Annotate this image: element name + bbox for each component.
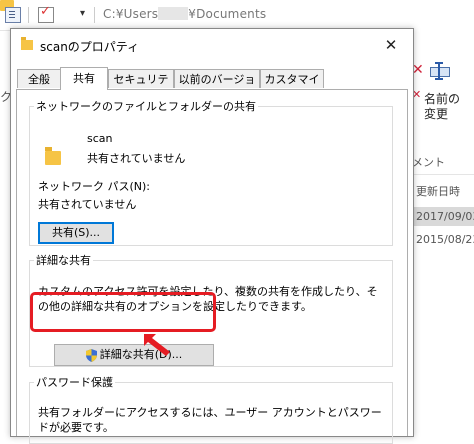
network-sharing-group: ネットワークのファイルとフォルダーの共有 scan 共有されていません ネットワ… [29, 98, 393, 246]
close-button[interactable]: ✕ [377, 33, 405, 57]
dialog-title: scanのプロパティ [40, 40, 140, 54]
list-item-date[interactable]: 2017/09/03 [412, 207, 474, 226]
tab-previous-versions[interactable]: 以前のバージョン [174, 69, 260, 105]
advanced-group-legend: 詳細な共有 [36, 254, 91, 267]
share-status: 共有されていません [87, 152, 186, 165]
toolbar-separator [28, 7, 29, 23]
folder-icon [45, 147, 61, 165]
file-list-fragment: メント 更新日時 2017/09/03 2015/08/23 [412, 150, 474, 435]
tab-security[interactable]: セキュリティ [108, 69, 174, 105]
list-divider [412, 174, 474, 175]
rename-label-line2: 変更 [424, 107, 449, 121]
list-item-date[interactable]: 2015/08/23 [412, 230, 474, 249]
advanced-sharing-description: カスタムのアクセス許可を設定したり、複数の共有を作成したり、その他の詳細な共有の… [38, 285, 378, 313]
tab-strip: 全般 共有 セキュリティ 以前のバージョン カスタマイズ [16, 67, 408, 105]
dialog-titlebar: scanのプロパティ ✕ [11, 29, 413, 61]
password-protection-group: パスワード保護 共有フォルダーにアクセスするには、ユーザー アカウントとパスワー… [29, 374, 393, 444]
red-arrow-icon [144, 334, 170, 356]
folder-name: scan [87, 132, 113, 145]
chevron-down-icon[interactable]: ▾ [80, 8, 85, 19]
path-redaction [158, 7, 189, 20]
checkmark-icon[interactable]: ✓ [38, 4, 54, 23]
sharing-tab-panel: ネットワークのファイルとフォルダーの共有 scan 共有されていません ネットワ… [16, 89, 408, 444]
advanced-sharing-group: 詳細な共有 カスタムのアクセス許可を設定したり、複数の共有を作成したり、その他の… [29, 252, 393, 367]
share-button[interactable]: 共有(S)... [38, 222, 114, 244]
properties-icon[interactable] [5, 7, 21, 23]
address-path: C:¥Users ¥Documents [103, 7, 266, 21]
tab-sharing[interactable]: 共有 [60, 67, 108, 90]
path-suffix: ¥Documents [188, 7, 267, 21]
uac-shield-icon [85, 348, 97, 362]
advanced-sharing-button[interactable]: 詳細な共有(D)... [54, 344, 214, 366]
rename-button[interactable]: 名前の 変更 [424, 92, 460, 122]
password-protection-description: 共有フォルダーにアクセスするには、ユーザー アカウントとパスワードが必要です。 [38, 406, 382, 434]
ribbon-organize-section: ✕ ✕ 名前の 変更 [412, 30, 474, 130]
tab-customize[interactable]: カスタマイズ [260, 69, 324, 105]
rename-label-line1: 名前の [424, 92, 461, 106]
rename-icon[interactable] [430, 62, 450, 80]
explorer-titlebar: ✓ ▾ C:¥Users ¥Documents [0, 0, 474, 31]
path-prefix: C:¥Users [103, 7, 159, 21]
network-path-label: ネットワーク パス(N): [38, 180, 151, 193]
network-path-value: 共有されていません [38, 198, 137, 211]
tab-general[interactable]: 全般 [17, 69, 61, 88]
toolbar-separator [94, 7, 95, 23]
password-group-legend: パスワード保護 [36, 376, 113, 389]
properties-dialog: scanのプロパティ ✕ 全般 共有 セキュリティ 以前のバージョン カスタマイ… [10, 28, 414, 444]
folder-icon [21, 37, 33, 50]
network-group-legend: ネットワークのファイルとフォルダーの共有 [36, 100, 256, 113]
column-header-modified[interactable]: 更新日時 [416, 183, 460, 199]
list-header: メント [412, 156, 445, 169]
